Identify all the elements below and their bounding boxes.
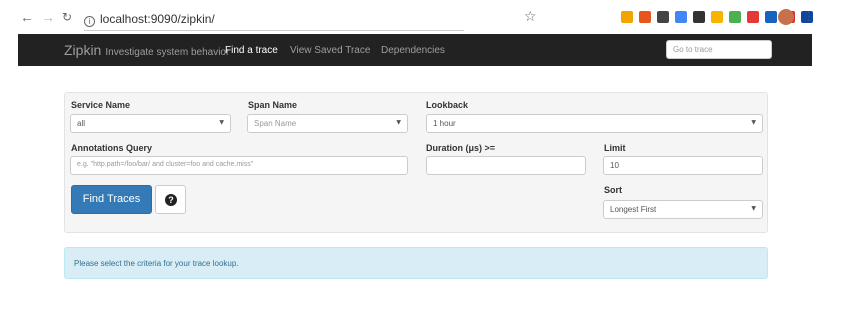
extension-icon[interactable] xyxy=(621,11,633,23)
extension-icon[interactable] xyxy=(729,11,741,23)
browser-toolbar: ← → ↻ i localhost:9090/zipkin/ ☆ ⋮ xyxy=(0,0,868,34)
reload-icon[interactable]: ↻ xyxy=(62,10,72,24)
help-button[interactable]: ? xyxy=(155,185,186,214)
lookback-select[interactable]: 1 hour ▼ xyxy=(426,114,763,133)
lookback-label: Lookback xyxy=(426,100,469,110)
sort-label: Sort xyxy=(604,185,622,195)
nav-dependencies[interactable]: Dependencies xyxy=(381,45,445,56)
chevron-down-icon: ▼ xyxy=(751,205,756,212)
service-name-value: all xyxy=(77,119,86,128)
info-icon[interactable]: i xyxy=(84,16,95,27)
chevron-down-icon: ▼ xyxy=(396,119,401,126)
goto-trace-input[interactable]: Go to trace xyxy=(666,40,772,59)
chevron-down-icon: ▼ xyxy=(219,119,224,126)
extension-icon[interactable] xyxy=(657,11,669,23)
annotations-query-input[interactable]: e.g. "http.path=/foo/bar/ and cluster=fo… xyxy=(70,156,408,175)
brand-tagline: Investigate system behavior xyxy=(105,47,230,58)
brand[interactable]: Zipkin Investigate system behavior xyxy=(64,42,229,58)
extension-icon[interactable] xyxy=(675,11,687,23)
url-text: localhost:9090/zipkin/ xyxy=(100,12,215,26)
span-name-select[interactable]: Span Name ▼ xyxy=(247,114,408,133)
top-navbar: Zipkin Investigate system behavior Find a… xyxy=(18,34,812,66)
sort-value: Longest First xyxy=(610,205,657,214)
nav-find-trace[interactable]: Find a trace xyxy=(225,45,278,56)
find-traces-button[interactable]: Find Traces xyxy=(71,185,152,214)
profile-avatar[interactable] xyxy=(778,9,794,25)
limit-label: Limit xyxy=(604,143,626,153)
annotations-query-label: Annotations Query xyxy=(71,143,153,153)
span-name-placeholder: Span Name xyxy=(254,119,297,128)
menu-kebab-icon[interactable]: ⋮ xyxy=(803,10,815,22)
duration-input[interactable] xyxy=(426,156,586,175)
extension-icon[interactable] xyxy=(693,11,705,23)
nav-view-saved-trace[interactable]: View Saved Trace xyxy=(290,45,370,56)
extension-icon[interactable] xyxy=(765,11,777,23)
bookmark-star-icon[interactable]: ☆ xyxy=(524,9,537,25)
address-bar-divider xyxy=(84,30,464,31)
forward-icon[interactable]: → xyxy=(41,10,55,24)
info-alert: Please select the criteria for your trac… xyxy=(64,247,768,279)
span-name-label: Span Name xyxy=(248,100,298,110)
service-name-label: Service Name xyxy=(71,100,131,110)
extension-icon[interactable] xyxy=(639,11,651,23)
duration-label: Duration (μs) >= xyxy=(426,143,496,153)
search-form-panel: Service Name all ▼ Span Name Span Name ▼… xyxy=(64,92,768,233)
service-name-select[interactable]: all ▼ xyxy=(70,114,231,133)
chevron-down-icon: ▼ xyxy=(751,119,756,126)
alert-message: Please select the criteria for your trac… xyxy=(74,259,239,268)
sort-select[interactable]: Longest First ▼ xyxy=(603,200,763,219)
back-icon[interactable]: ← xyxy=(20,10,34,24)
limit-input[interactable]: 10 xyxy=(603,156,763,175)
lookback-value: 1 hour xyxy=(433,119,456,128)
extension-icon[interactable] xyxy=(711,11,723,23)
extension-icon[interactable] xyxy=(747,11,759,23)
brand-name: Zipkin xyxy=(64,42,102,58)
question-icon: ? xyxy=(165,194,177,206)
address-bar[interactable]: i localhost:9090/zipkin/ xyxy=(84,11,464,27)
